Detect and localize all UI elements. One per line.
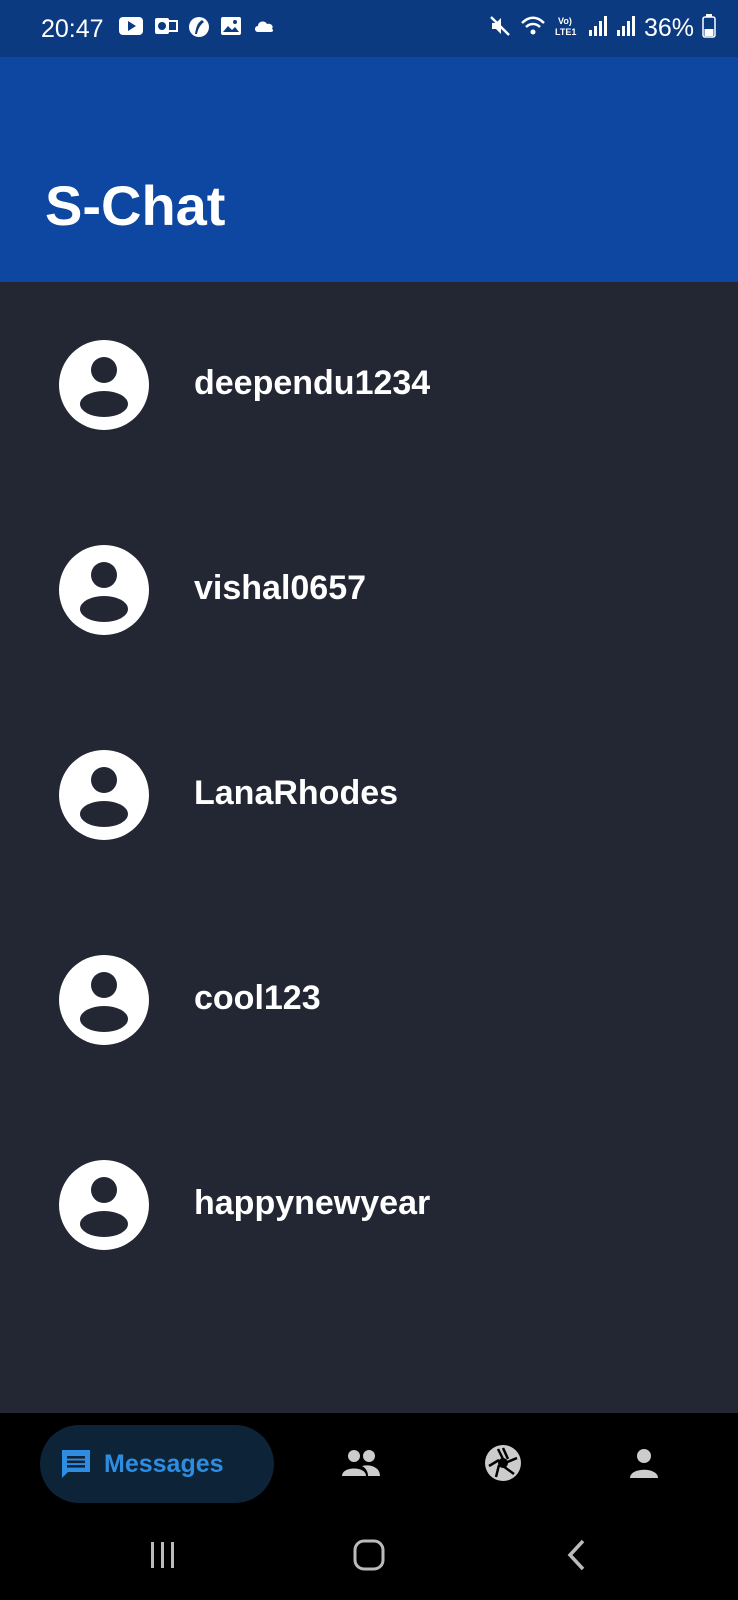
home-icon <box>353 1539 385 1571</box>
app-title: S-Chat <box>45 174 226 237</box>
system-status-icons: Vo) LTE1 36% <box>488 14 716 43</box>
bottom-navigation: Messages <box>0 1413 738 1513</box>
status-bar: 20:47 Vo) LTE1 36% <box>0 0 738 57</box>
back-icon <box>567 1539 585 1571</box>
status-time: 20:47 <box>41 15 104 43</box>
app-bar: S-Chat <box>0 57 738 282</box>
contact-item[interactable]: deependu1234 <box>0 282 738 487</box>
notification-icons <box>118 16 276 43</box>
nav-messages-button[interactable]: Messages <box>40 1425 274 1503</box>
avatar-icon <box>59 955 149 1045</box>
nav-people-button[interactable] <box>339 1443 383 1483</box>
contact-name: vishal0657 <box>194 569 367 607</box>
back-button[interactable] <box>547 1533 607 1577</box>
avatar-icon <box>59 340 149 430</box>
volte-icon: Vo) LTE1 <box>554 14 580 43</box>
cloud-icon <box>252 16 276 43</box>
wifi-icon <box>520 15 546 42</box>
contact-item[interactable]: happynewyear <box>0 1102 738 1307</box>
nav-messages-label: Messages <box>104 1449 224 1478</box>
outlook-icon <box>154 16 178 43</box>
contact-item[interactable]: cool123 <box>0 897 738 1102</box>
profile-icon <box>630 1449 658 1478</box>
messages-icon <box>62 1450 90 1478</box>
gallery-icon <box>220 16 242 43</box>
avatar-icon <box>59 545 149 635</box>
mute-icon <box>488 14 512 43</box>
contact-item[interactable]: LanaRhodes <box>0 692 738 897</box>
contact-name: happynewyear <box>194 1184 431 1222</box>
home-button[interactable] <box>339 1533 399 1577</box>
svg-text:LTE1: LTE1 <box>555 27 576 37</box>
feather-app-icon <box>188 16 210 43</box>
battery-percentage: 36% <box>643 14 694 42</box>
avatar-icon <box>59 1160 149 1250</box>
nav-profile-button[interactable] <box>622 1443 666 1483</box>
contact-name: deependu1234 <box>194 364 431 402</box>
contact-name: LanaRhodes <box>194 774 399 812</box>
signal-icon <box>588 15 608 42</box>
avatar-icon <box>59 750 149 840</box>
contact-name: cool123 <box>194 979 321 1017</box>
system-navigation <box>0 1513 738 1600</box>
camera-aperture-icon <box>485 1445 521 1481</box>
battery-icon <box>702 14 716 43</box>
youtube-icon <box>118 16 144 43</box>
people-icon <box>342 1450 380 1476</box>
recents-button[interactable] <box>133 1533 193 1577</box>
svg-text:Vo): Vo) <box>558 16 572 26</box>
recents-icon <box>151 1542 174 1568</box>
contact-item[interactable]: vishal0657 <box>0 487 738 692</box>
nav-camera-button[interactable] <box>481 1443 525 1483</box>
signal-icon <box>616 15 636 42</box>
